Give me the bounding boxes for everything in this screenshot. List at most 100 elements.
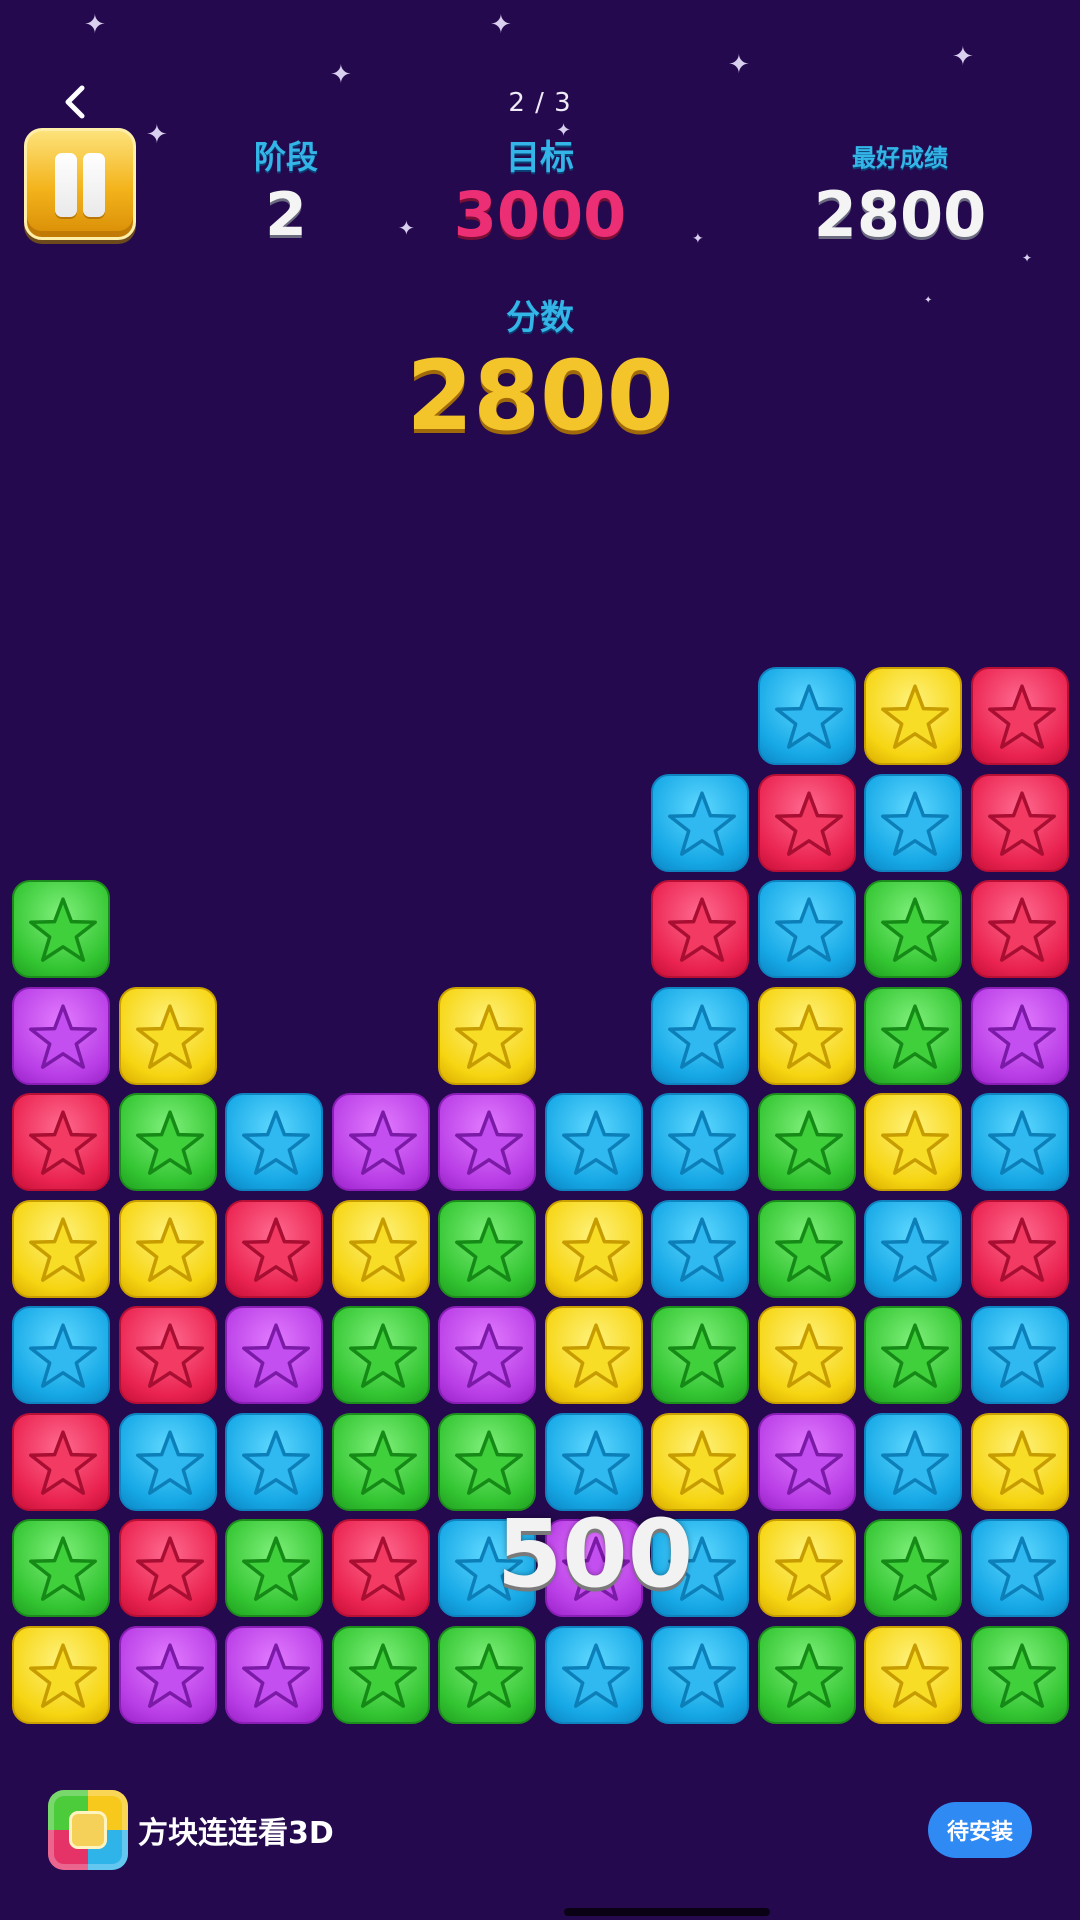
star-icon [455,1430,523,1495]
red-star-tile[interactable] [119,1306,217,1404]
yellow-star-tile[interactable] [758,1519,856,1617]
blue-star-tile[interactable] [651,774,749,872]
blue-star-tile[interactable] [758,880,856,978]
blue-star-tile[interactable] [119,1413,217,1511]
blue-star-tile[interactable] [864,1200,962,1298]
blue-star-tile[interactable] [545,1626,643,1724]
blue-star-tile[interactable] [971,1519,1069,1617]
blue-star-tile[interactable] [971,1093,1069,1191]
blue-star-tile[interactable] [225,1413,323,1511]
star-icon [136,1323,204,1388]
blue-star-tile[interactable] [651,1200,749,1298]
red-star-tile[interactable] [225,1200,323,1298]
red-star-tile[interactable] [332,1519,430,1617]
star-icon [775,897,843,962]
blue-star-tile[interactable] [864,1413,962,1511]
yellow-star-tile[interactable] [971,1413,1069,1511]
yellow-star-tile[interactable] [864,1093,962,1191]
yellow-star-tile[interactable] [545,1200,643,1298]
green-star-tile[interactable] [332,1413,430,1511]
green-star-tile[interactable] [864,1519,962,1617]
star-icon [349,1110,417,1175]
star-icon [29,1536,97,1601]
green-star-tile[interactable] [758,1093,856,1191]
green-star-tile[interactable] [971,1626,1069,1724]
yellow-star-tile[interactable] [758,1306,856,1404]
red-star-tile[interactable] [119,1519,217,1617]
green-star-tile[interactable] [332,1626,430,1724]
blue-star-tile[interactable] [12,1306,110,1404]
purple-star-tile[interactable] [758,1413,856,1511]
purple-star-tile[interactable] [119,1626,217,1724]
star-icon [988,1536,1056,1601]
yellow-star-tile[interactable] [438,987,536,1085]
sparkle-icon: ✦ [952,42,974,72]
blue-star-tile[interactable] [864,774,962,872]
blue-star-tile[interactable] [545,1413,643,1511]
yellow-star-tile[interactable] [651,1413,749,1511]
yellow-star-tile[interactable] [864,667,962,765]
red-star-tile[interactable] [758,774,856,872]
purple-star-tile[interactable] [12,987,110,1085]
green-star-tile[interactable] [864,1306,962,1404]
green-star-tile[interactable] [119,1093,217,1191]
yellow-star-tile[interactable] [12,1200,110,1298]
yellow-star-tile[interactable] [864,1626,962,1724]
green-star-tile[interactable] [758,1626,856,1724]
star-icon [455,1217,523,1282]
star-icon [668,1430,736,1495]
green-star-tile[interactable] [864,987,962,1085]
star-icon [881,1110,949,1175]
purple-star-tile[interactable] [332,1093,430,1191]
red-star-tile[interactable] [12,1093,110,1191]
yellow-star-tile[interactable] [119,987,217,1085]
blue-star-tile[interactable] [758,667,856,765]
red-star-tile[interactable] [971,667,1069,765]
green-star-tile[interactable] [12,880,110,978]
red-star-tile[interactable] [971,880,1069,978]
star-icon [668,897,736,962]
blue-star-tile[interactable] [545,1093,643,1191]
app-icon[interactable] [48,1790,128,1870]
home-indicator [564,1908,770,1916]
yellow-star-tile[interactable] [12,1626,110,1724]
blue-star-tile[interactable] [651,1626,749,1724]
purple-star-tile[interactable] [971,987,1069,1085]
red-star-tile[interactable] [651,880,749,978]
yellow-star-tile[interactable] [332,1200,430,1298]
yellow-star-tile[interactable] [545,1306,643,1404]
install-button[interactable]: 待安装 [928,1802,1032,1858]
green-star-tile[interactable] [225,1519,323,1617]
sparkle-icon: ✦ [330,60,352,90]
star-icon [881,1004,949,1069]
ad-title[interactable]: 方块连连看3D [138,1808,334,1852]
ad-banner[interactable]: 方块连连看3D 待安装 [0,1770,1080,1890]
blue-star-tile[interactable] [651,1093,749,1191]
purple-star-tile[interactable] [438,1093,536,1191]
star-icon [242,1643,310,1708]
purple-star-tile[interactable] [225,1306,323,1404]
sparkle-icon: ✦ [924,295,933,306]
green-star-tile[interactable] [438,1413,536,1511]
green-star-tile[interactable] [651,1306,749,1404]
green-star-tile[interactable] [12,1519,110,1617]
green-star-tile[interactable] [332,1306,430,1404]
target-value: 3000 [453,178,627,251]
green-star-tile[interactable] [758,1200,856,1298]
green-star-tile[interactable] [438,1200,536,1298]
purple-star-tile[interactable] [438,1306,536,1404]
star-icon [29,1323,97,1388]
purple-star-tile[interactable] [225,1626,323,1724]
yellow-star-tile[interactable] [119,1200,217,1298]
red-star-tile[interactable] [12,1413,110,1511]
red-star-tile[interactable] [971,1200,1069,1298]
blue-star-tile[interactable] [651,987,749,1085]
blue-star-tile[interactable] [971,1306,1069,1404]
green-star-tile[interactable] [438,1626,536,1724]
green-star-tile[interactable] [864,880,962,978]
yellow-star-tile[interactable] [758,987,856,1085]
pause-button[interactable] [24,128,136,240]
red-star-tile[interactable] [971,774,1069,872]
blue-star-tile[interactable] [225,1093,323,1191]
star-icon [455,1323,523,1388]
